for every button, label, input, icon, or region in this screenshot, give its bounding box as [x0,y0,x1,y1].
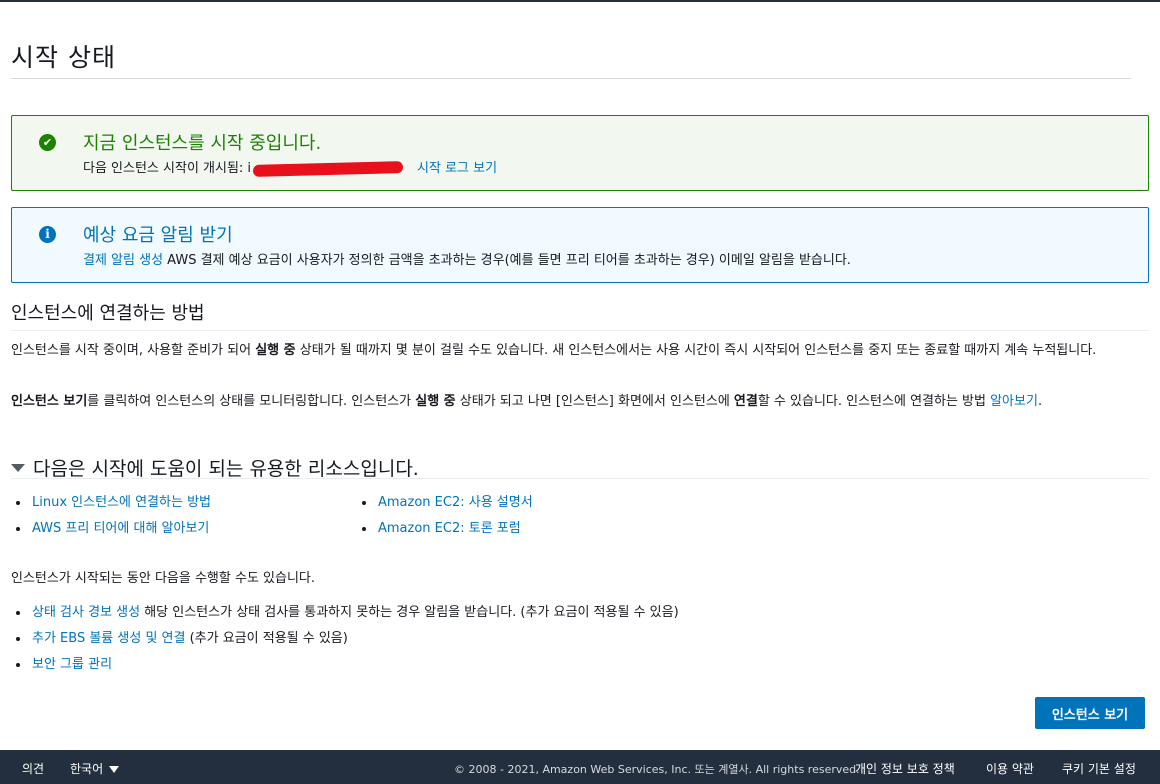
connect-paragraph-2: 인스턴스 보기를 클릭하여 인스턴스의 상태를 모니터링합니다. 인스턴스가 실… [11,394,1043,409]
resources-list-left: Linux 인스턴스에 연결하는 방법 AWS 프리 티어에 대해 알아보기 [11,490,211,542]
info-alert-text: 결제 알림 생성 AWS 결제 예상 요금이 사용자가 정의한 금액을 초과하는… [83,249,851,268]
view-launch-log-link[interactable]: 시작 로그 보기 [417,161,497,176]
list-item: 추가 EBS 볼륨 생성 및 연결 (추가 요금이 적용될 수 있음) [11,626,679,652]
billing-alert-info: i 예상 요금 알림 받기 결제 알림 생성 AWS 결제 예상 요금이 사용자… [11,207,1149,283]
list-item: AWS 프리 티어에 대해 알아보기 [11,516,211,542]
ec2-user-guide-link[interactable]: Amazon EC2: 사용 설명서 [378,495,533,510]
list-item: 상태 검사 경보 생성 해당 인스턴스가 상태 검사를 통과하지 못하는 경우 … [11,600,679,626]
language-selector[interactable]: 한국어 [70,760,120,777]
footer: 의견 한국어 © 2008 - 2021, Amazon Web Service… [0,750,1160,784]
connect-divider [11,330,1149,331]
title-divider [11,78,1131,79]
resources-expander[interactable]: 다음은 시작에 도움이 되는 유용한 리소스입니다. [11,454,419,481]
check-circle-icon: ✔ [39,134,56,151]
list-item: Amazon EC2: 사용 설명서 [357,490,533,516]
redacted-instance-id [252,160,404,177]
launch-initiated-label: 다음 인스턴스 시작이 개시됨: i [83,161,252,176]
copyright-text: © 2008 - 2021, Amazon Web Services, Inc.… [454,763,860,776]
ec2-forum-link[interactable]: Amazon EC2: 토론 포럼 [378,521,521,536]
caret-down-icon [11,463,25,472]
connect-paragraph-1: 인스턴스를 시작 중이며, 사용할 준비가 되어 실행 중 상태가 될 때까지 … [11,343,1097,358]
actions-intro: 인스턴스가 시작되는 동안 다음을 수행할 수도 있습니다. [11,571,316,586]
info-alert-title: 예상 요금 알림 받기 [83,225,233,246]
create-billing-alert-link[interactable]: 결제 알림 생성 [83,253,163,268]
info-circle-icon: i [39,226,56,243]
view-instances-button[interactable]: 인스턴스 보기 [1035,697,1145,729]
billing-alert-description: AWS 결제 예상 요금이 사용자가 정의한 금액을 초과하는 경우(예를 들면… [167,253,851,268]
connect-linux-link[interactable]: Linux 인스턴스에 연결하는 방법 [32,495,211,510]
create-ebs-volume-link[interactable]: 추가 EBS 볼륨 생성 및 연결 [32,631,185,646]
top-border [0,0,1160,2]
terms-link[interactable]: 이용 약관 [986,760,1034,777]
list-item: Amazon EC2: 토론 포럼 [357,516,533,542]
manage-security-groups-link[interactable]: 보안 그룹 관리 [32,657,112,672]
learn-more-link[interactable]: 알아보기 [990,394,1038,409]
resources-heading: 다음은 시작에 도움이 되는 유용한 리소스입니다. [33,458,419,480]
list-item: Linux 인스턴스에 연결하는 방법 [11,490,211,516]
connect-heading: 인스턴스에 연결하는 방법 [11,303,205,324]
resources-list-right: Amazon EC2: 사용 설명서 Amazon EC2: 토론 포럼 [357,490,533,542]
list-item: 보안 그룹 관리 [11,652,679,678]
privacy-policy-link[interactable]: 개인 정보 보호 정책 [855,760,955,777]
actions-list: 상태 검사 경보 생성 해당 인스턴스가 상태 검사를 통과하지 못하는 경우 … [11,600,679,678]
caret-down-icon [109,766,120,773]
success-alert-title: 지금 인스턴스를 시작 중입니다. [83,133,322,154]
cookie-preferences-link[interactable]: 쿠키 기본 설정 [1062,760,1136,777]
free-tier-link[interactable]: AWS 프리 티어에 대해 알아보기 [32,521,209,536]
feedback-link[interactable]: 의견 [22,760,44,777]
success-alert-text: 다음 인스턴스 시작이 개시됨: i 시작 로그 보기 [83,157,497,177]
launch-success-alert: ✔ 지금 인스턴스를 시작 중입니다. 다음 인스턴스 시작이 개시됨: i 시작… [11,115,1149,191]
create-status-check-alarm-link[interactable]: 상태 검사 경보 생성 [32,605,140,620]
resources-divider [11,478,1149,479]
page-title: 시작 상태 [11,43,116,72]
